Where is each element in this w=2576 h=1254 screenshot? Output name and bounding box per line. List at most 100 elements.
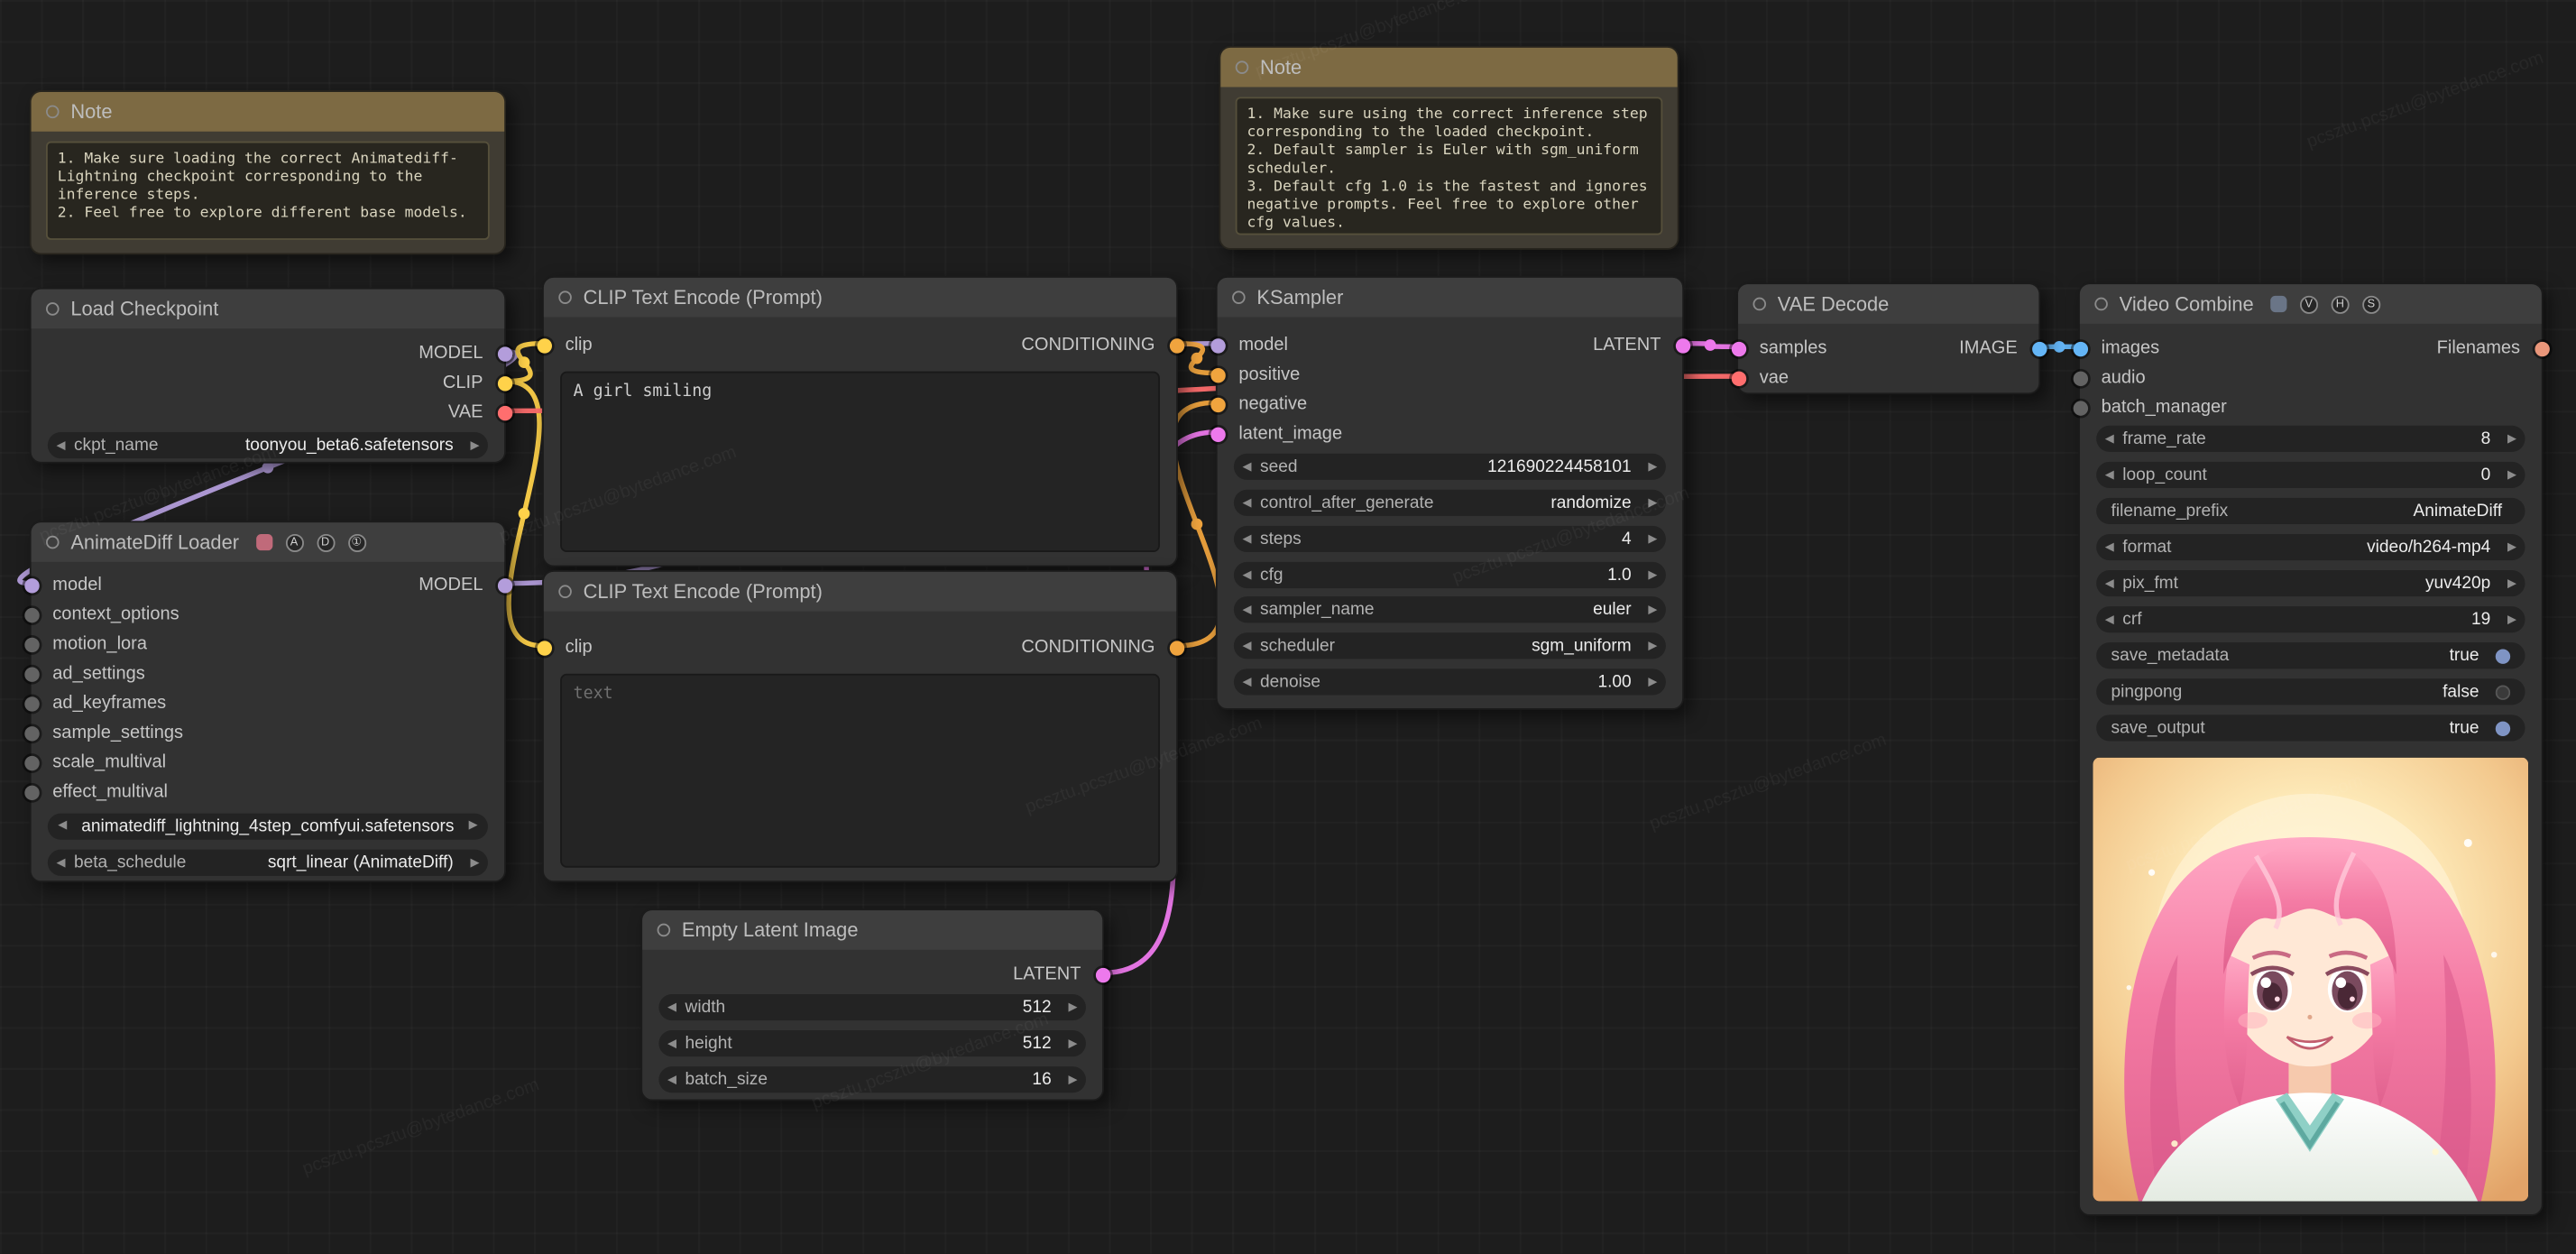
next-arrow-icon[interactable]: ▶ (1060, 1000, 1086, 1014)
input-port[interactable] (23, 725, 39, 741)
input-port-negative[interactable] (1210, 396, 1225, 412)
widget-model-name[interactable]: animatediff_lightning_4step_comfyui.safe… (47, 813, 488, 840)
input-port-model[interactable] (1210, 337, 1225, 353)
node-ksampler[interactable]: KSampler model positive negative latent_… (1210, 276, 1690, 710)
input-slot-motion-lora[interactable]: motion_lora (23, 630, 147, 659)
next-arrow-icon[interactable]: ▶ (1640, 532, 1666, 546)
prev-arrow-icon[interactable]: ◀ (2096, 613, 2122, 626)
next-arrow-icon[interactable]: ▶ (1640, 603, 1666, 616)
input-slot-vae[interactable]: vae (1730, 364, 1789, 393)
collapse-dot-icon[interactable] (46, 535, 60, 549)
input-slot-sample-settings[interactable]: sample_settings (23, 718, 183, 748)
input-slot-images[interactable]: images (2072, 334, 2159, 364)
prev-arrow-icon[interactable]: ◀ (658, 1000, 685, 1014)
node-note-1[interactable]: Note 1. Make sure loading the correct An… (29, 90, 507, 255)
widget-seed[interactable]: ◀ seed 121690224458101 ▶ (1233, 453, 1666, 480)
node-clip-text-encode-positive[interactable]: CLIP Text Encode (Prompt) clip CONDITION… (536, 276, 1184, 567)
output-slot-model[interactable]: MODEL (419, 570, 512, 600)
next-arrow-icon[interactable]: ▶ (1060, 1073, 1086, 1086)
next-arrow-icon[interactable]: ▶ (2498, 540, 2525, 554)
node-header[interactable]: VAE Decode (1738, 284, 2039, 324)
widget-frame-rate[interactable]: ◀ frame_rate 8 ▶ (2096, 425, 2525, 452)
prev-arrow-icon[interactable]: ◀ (1234, 676, 1260, 688)
output-port-model[interactable] (496, 346, 512, 361)
widget-beta-schedule[interactable]: ◀ beta_schedule sqrt_linear (AnimateDiff… (47, 849, 488, 876)
output-slot-conditioning[interactable]: CONDITIONING (1021, 632, 1184, 662)
input-slot-scale-multival[interactable]: scale_multival (23, 748, 166, 778)
toggle-knob[interactable] (2495, 720, 2511, 736)
input-slot-clip[interactable]: clip (536, 632, 593, 662)
input-slot-ad-settings[interactable]: ad_settings (23, 659, 145, 688)
prev-arrow-icon[interactable]: ◀ (2096, 576, 2122, 590)
widget-height[interactable]: ◀ height 512 ▶ (658, 1030, 1086, 1057)
node-video-combine[interactable]: Video Combine V H S images audio batch_m… (2072, 282, 2549, 1216)
input-slot-audio[interactable]: audio (2072, 364, 2146, 393)
prev-arrow-icon[interactable]: ◀ (2096, 432, 2122, 446)
prev-arrow-icon[interactable]: ◀ (50, 814, 76, 840)
output-slot-conditioning[interactable]: CONDITIONING (1021, 330, 1184, 360)
input-slot-samples[interactable]: samples (1730, 334, 1826, 364)
widget-batch-size[interactable]: ◀ batch_size 16 ▶ (658, 1066, 1086, 1093)
node-header[interactable]: Note (31, 92, 505, 132)
collapse-dot-icon[interactable] (1232, 290, 1246, 304)
input-slot-ad-keyframes[interactable]: ad_keyframes (23, 688, 166, 718)
widget-save-output[interactable]: save_output true (2096, 715, 2525, 742)
output-slot-filenames[interactable]: Filenames (2437, 334, 2549, 364)
input-port[interactable] (23, 666, 39, 681)
prev-arrow-icon[interactable]: ◀ (48, 438, 74, 452)
widget-cfg[interactable]: ◀ cfg 1.0 ▶ (1233, 561, 1666, 589)
output-port-model[interactable] (496, 577, 512, 593)
next-arrow-icon[interactable]: ▶ (460, 814, 486, 840)
note-text[interactable]: 1. Make sure using the correct inference… (1235, 97, 1663, 235)
output-port-latent[interactable] (1674, 337, 1690, 353)
node-header[interactable]: Note (1220, 47, 1678, 88)
prev-arrow-icon[interactable]: ◀ (48, 856, 74, 870)
prev-arrow-icon[interactable]: ◀ (1234, 640, 1260, 652)
output-port-vae[interactable] (496, 404, 512, 420)
output-port-conditioning[interactable] (1168, 640, 1184, 655)
input-port-images[interactable] (2072, 340, 2088, 356)
input-slot-model[interactable]: model (23, 570, 102, 600)
input-slot-batch-manager[interactable]: batch_manager (2072, 392, 2227, 422)
prev-arrow-icon[interactable]: ◀ (658, 1073, 685, 1086)
collapse-dot-icon[interactable] (46, 302, 60, 316)
input-slot-clip[interactable]: clip (536, 330, 593, 360)
input-port[interactable] (23, 636, 39, 652)
input-port[interactable] (23, 754, 39, 770)
next-arrow-icon[interactable]: ▶ (2498, 468, 2525, 482)
input-port[interactable] (23, 696, 39, 711)
widget-sampler-name[interactable]: ◀ sampler_name euler ▶ (1233, 596, 1666, 623)
next-arrow-icon[interactable]: ▶ (1640, 460, 1666, 474)
node-vae-decode[interactable]: VAE Decode samples vae IMAGE (1730, 282, 2047, 395)
output-slot-latent[interactable]: LATENT (1013, 960, 1110, 990)
input-port[interactable] (23, 607, 39, 622)
prompt-textarea[interactable]: A girl smiling (560, 371, 1160, 552)
output-port-clip[interactable] (496, 375, 512, 391)
input-port-audio[interactable] (2072, 370, 2088, 386)
output-port-conditioning[interactable] (1168, 337, 1184, 353)
collapse-dot-icon[interactable] (1235, 60, 1249, 74)
collapse-dot-icon[interactable] (558, 585, 572, 599)
prompt-textarea[interactable]: text (560, 673, 1160, 868)
next-arrow-icon[interactable]: ▶ (1640, 496, 1666, 510)
input-port-positive[interactable] (1210, 367, 1225, 383)
prev-arrow-icon[interactable]: ◀ (2096, 540, 2122, 554)
node-header[interactable]: Empty Latent Image (642, 910, 1103, 950)
next-arrow-icon[interactable]: ▶ (2498, 432, 2525, 446)
node-header[interactable]: KSampler (1217, 277, 1683, 318)
node-clip-text-encode-negative[interactable]: CLIP Text Encode (Prompt) clip CONDITION… (536, 570, 1184, 883)
input-port-model[interactable] (23, 577, 39, 593)
node-header[interactable]: Load Checkpoint (31, 289, 505, 329)
output-port-filenames[interactable] (2534, 340, 2549, 356)
widget-pingpong[interactable]: pingpong false (2096, 678, 2525, 705)
widget-pix-fmt[interactable]: ◀ pix_fmt yuv420p ▶ (2096, 570, 2525, 597)
input-port-clip[interactable] (536, 640, 552, 655)
widget-scheduler[interactable]: ◀ scheduler sgm_uniform ▶ (1233, 632, 1666, 659)
next-arrow-icon[interactable]: ▶ (2498, 576, 2525, 590)
input-port-vae[interactable] (1730, 370, 1746, 386)
node-empty-latent-image[interactable]: Empty Latent Image LATENT ◀ width 512 ▶ … (640, 908, 1110, 1102)
node-graph-canvas[interactable]: Note 1. Make sure loading the correct An… (0, 0, 2576, 1254)
widget-steps[interactable]: ◀ steps 4 ▶ (1233, 525, 1666, 552)
node-note-2[interactable]: Note 1. Make sure using the correct infe… (1219, 46, 1679, 250)
output-slot-latent[interactable]: LATENT (1593, 330, 1690, 360)
